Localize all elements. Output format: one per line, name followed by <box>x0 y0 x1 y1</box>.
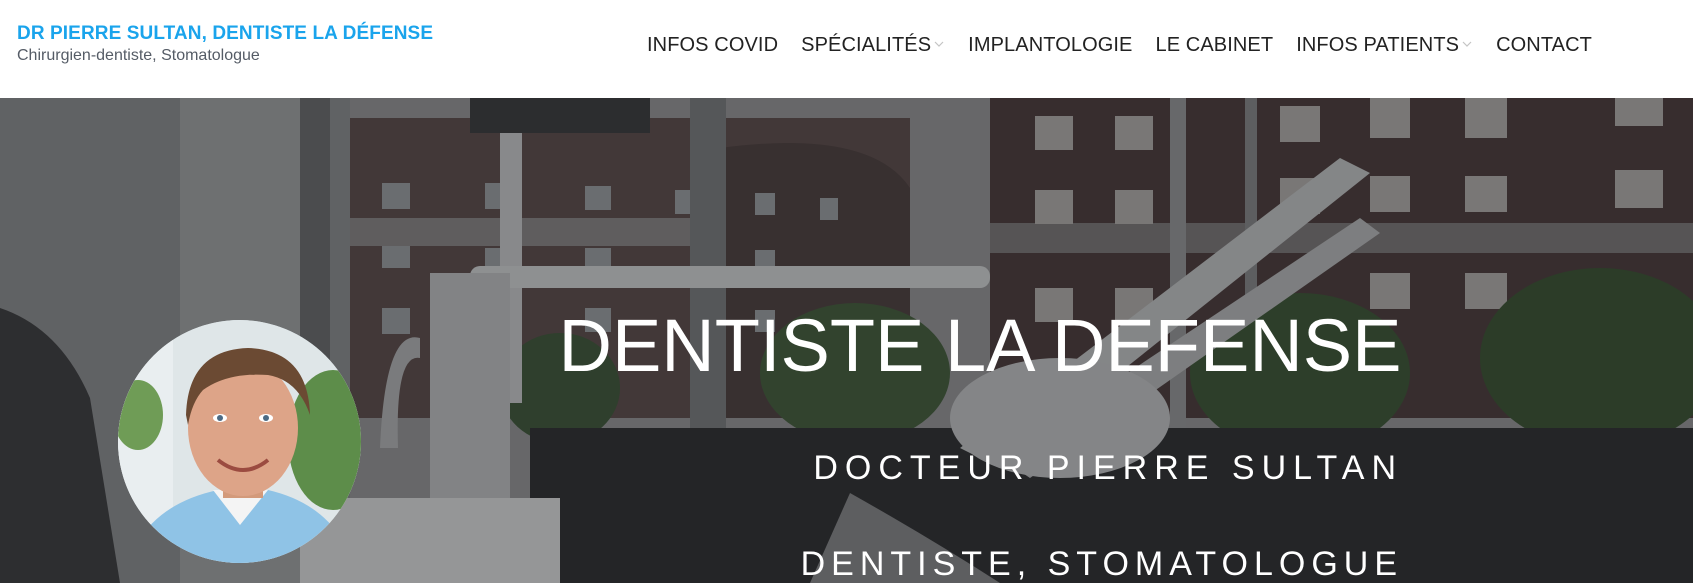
nav-label[interactable]: LE CABINET <box>1155 34 1273 57</box>
nav-item-infos-covid[interactable]: INFOS COVID <box>647 34 778 57</box>
chevron-down-icon[interactable] <box>933 38 945 50</box>
nav-label[interactable]: IMPLANTOLOGIE <box>968 34 1132 57</box>
site-header: DR PIERRE SULTAN, DENTISTE LA DÉFENSE Ch… <box>0 0 1693 98</box>
nav-item-infos-patients[interactable]: INFOS PATIENTS <box>1296 34 1473 57</box>
nav-item-implantologie[interactable]: IMPLANTOLOGIE <box>968 34 1132 57</box>
nav-item-contact[interactable]: CONTACT <box>1496 34 1592 57</box>
nav-label[interactable]: INFOS PATIENTS <box>1296 34 1459 57</box>
nav-item-specialites[interactable]: SPÉCIALITÉS <box>801 34 945 57</box>
hero-subtitle-profession: DENTISTE, STOMATOLOGUE <box>800 545 1403 583</box>
hero-subtitle-doctor: DOCTEUR PIERRE SULTAN <box>813 449 1403 487</box>
nav-label[interactable]: SPÉCIALITÉS <box>801 34 931 57</box>
site-title[interactable]: DR PIERRE SULTAN, DENTISTE LA DÉFENSE <box>17 23 433 45</box>
hero-title: DENTISTE LA DEFENSE <box>558 304 1402 387</box>
doctor-portrait <box>118 320 361 563</box>
nav-item-le-cabinet[interactable]: LE CABINET <box>1155 34 1273 57</box>
main-nav: INFOS COVID SPÉCIALITÉS IMPLANTOLOGIE LE… <box>647 32 1592 58</box>
site-tagline: Chirurgien-dentiste, Stomatologue <box>17 47 260 64</box>
site-brand[interactable]: DR PIERRE SULTAN, DENTISTE LA DÉFENSE Ch… <box>17 23 433 66</box>
nav-label[interactable]: CONTACT <box>1496 34 1592 57</box>
hero-banner: DENTISTE LA DEFENSE DOCTEUR PIERRE SULTA… <box>0 98 1693 583</box>
nav-label[interactable]: INFOS COVID <box>647 34 778 57</box>
chevron-down-icon[interactable] <box>1461 38 1473 50</box>
